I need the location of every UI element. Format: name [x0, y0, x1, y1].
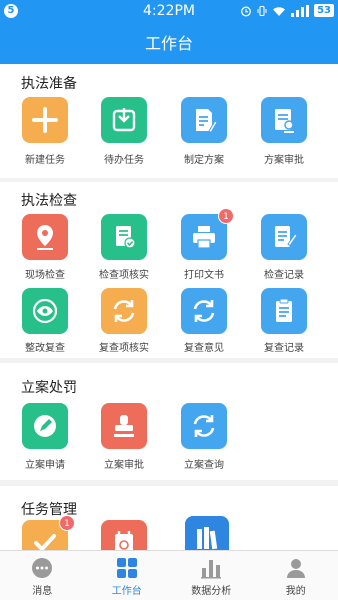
bar-chart-icon: [201, 560, 222, 579]
document-edit-icon: [196, 109, 218, 134]
tab-data-analysis[interactable]: 数据分析: [169, 551, 254, 600]
new-task-label: 新建任务: [25, 155, 65, 166]
make-plan-button[interactable]: [181, 97, 227, 143]
download-tray-icon: [112, 108, 136, 132]
check-item-verify-button[interactable]: [101, 214, 147, 260]
rectify-recheck-button[interactable]: [22, 288, 68, 334]
case-application-label: 立案申请: [25, 460, 65, 471]
section-enforcement-prep: 执法准备 新建任务 待办任务 制定方案 方案审批: [0, 64, 338, 178]
plan-approval-label: 方案审批: [264, 155, 304, 166]
status-icons: 53: [240, 4, 334, 17]
battery-level: 53: [314, 4, 334, 17]
section-title: 执法检查: [21, 193, 77, 209]
inspection-record-button[interactable]: [261, 214, 307, 260]
recheck-record-button[interactable]: [261, 288, 307, 334]
tab-label: 我的: [285, 586, 306, 597]
recheck-item-verify-button[interactable]: [101, 288, 147, 334]
tab-label: 数据分析: [191, 586, 232, 597]
case-approval-button[interactable]: [101, 403, 147, 449]
location-pin-icon: [37, 225, 53, 250]
pen-circle-icon: [34, 415, 56, 437]
page-title: 工作台: [144, 34, 193, 53]
section-case-penalty: 立案处罚 立案申请 立案审批 立案查询: [0, 363, 338, 480]
alarm-icon: [241, 6, 252, 16]
stamp-icon: [114, 415, 134, 437]
calendar-clock-icon: [115, 531, 133, 550]
title-bar: 工作台: [0, 24, 338, 64]
case-application-button[interactable]: [22, 403, 68, 449]
inspection-record-label: 检查记录: [264, 270, 304, 281]
new-task-button[interactable]: [22, 97, 68, 143]
plus-icon: [32, 107, 58, 133]
make-plan-label: 制定方案: [184, 155, 224, 166]
tab-label: 工作台: [111, 586, 142, 597]
notebook-pen-icon: [275, 226, 298, 247]
recheck-item-verify-label: 复查项核实: [99, 343, 149, 354]
printer-icon: [193, 226, 215, 249]
case-query-label: 立案查询: [184, 460, 224, 471]
site-inspection-label: 现场检查: [25, 270, 65, 281]
tab-mine[interactable]: 我的: [254, 551, 338, 600]
pending-task-label: 待办任务: [104, 155, 144, 166]
bottom-tab-bar: 消息 工作台 数据分析 我的: [0, 550, 338, 600]
task-library-button[interactable]: [185, 516, 229, 550]
case-query-button[interactable]: [181, 403, 227, 449]
eye-icon: [32, 298, 58, 324]
refresh-icon: [113, 300, 135, 322]
document-check-icon: [116, 226, 136, 249]
chat-bubble-icon: [32, 558, 53, 578]
signal-icon: [291, 4, 310, 17]
books-icon: [197, 527, 218, 550]
refresh-icon: [193, 415, 215, 437]
grid-icon: [116, 558, 137, 578]
section-title: 立案处罚: [21, 380, 77, 396]
tab-label: 消息: [32, 586, 53, 597]
checkmark-icon: [34, 534, 56, 550]
section-enforcement-inspection: 执法检查 现场检查 检查项核实 1 打印文书 检查记录 整改复查 复查项核实 复…: [0, 182, 338, 358]
refresh-icon: [193, 300, 215, 322]
section-title: 执法准备: [21, 76, 77, 92]
print-document-label: 打印文书: [184, 270, 224, 281]
task-schedule-button[interactable]: [101, 520, 147, 550]
case-approval-label: 立案审批: [104, 460, 144, 471]
person-icon: [286, 559, 305, 578]
check-item-verify-label: 检查项核实: [99, 270, 149, 281]
pending-task-button[interactable]: [101, 97, 147, 143]
tab-workbench[interactable]: 工作台: [85, 551, 170, 600]
tab-messages[interactable]: 消息: [0, 551, 85, 600]
vibrate-icon: [257, 5, 267, 16]
site-inspection-button[interactable]: [22, 214, 68, 260]
rectify-recheck-label: 整改复查: [25, 343, 65, 354]
status-bar: 5 4:22PM 53: [0, 0, 338, 24]
recheck-record-label: 复查记录: [264, 343, 304, 354]
document-approve-icon: [275, 109, 294, 133]
clipboard-icon: [276, 298, 292, 322]
recheck-opinion-label: 复查意见: [184, 343, 224, 354]
plan-approval-button[interactable]: [261, 97, 307, 143]
section-task-management: 任务管理 1: [0, 486, 338, 550]
print-document-badge: 1: [218, 208, 234, 224]
task-done-badge: 1: [59, 515, 75, 531]
workbench-content[interactable]: 执法准备 新建任务 待办任务 制定方案 方案审批 执法检查 现场检查 检查项核实: [0, 64, 338, 550]
wifi-icon: [273, 6, 286, 16]
recheck-opinion-button[interactable]: [181, 288, 227, 334]
